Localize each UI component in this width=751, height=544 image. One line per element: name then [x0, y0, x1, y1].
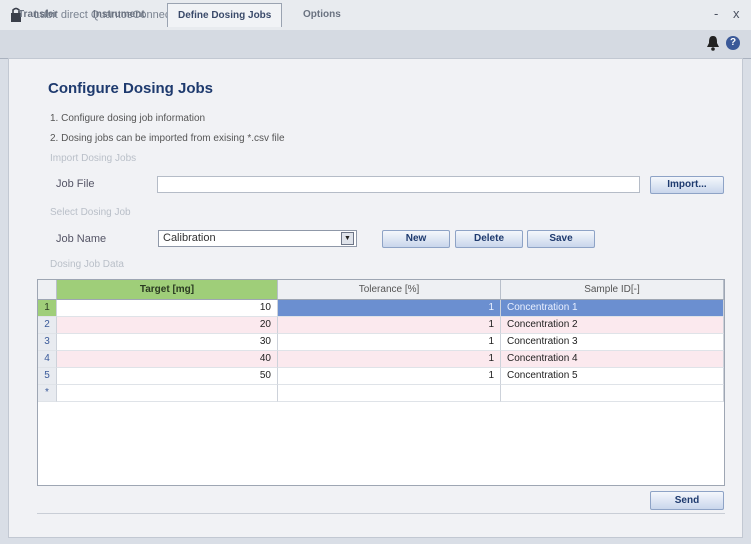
- dosing-job-table[interactable]: Target [mg] Tolerance [%] Sample ID[-] 1…: [37, 279, 725, 486]
- tab-bar: [0, 30, 751, 59]
- target-cell[interactable]: 50: [57, 368, 278, 385]
- dropdown-arrow-icon[interactable]: ▼: [341, 232, 354, 245]
- target-cell[interactable]: 30: [57, 334, 278, 351]
- sample-id-cell[interactable]: Concentration 4: [501, 351, 724, 368]
- divider: [37, 513, 725, 514]
- column-header-tolerance[interactable]: Tolerance [%]: [278, 280, 501, 300]
- row-number[interactable]: 1: [38, 300, 57, 317]
- sample-id-cell[interactable]: Concentration 5: [501, 368, 724, 385]
- row-header-corner: [38, 280, 57, 300]
- table-row[interactable]: 1 10 1 Concentration 1: [38, 300, 724, 317]
- sample-id-cell[interactable]: Concentration 1: [501, 300, 724, 317]
- new-row-marker[interactable]: *: [38, 385, 57, 402]
- new-button[interactable]: New: [382, 230, 450, 248]
- target-cell[interactable]: 40: [57, 351, 278, 368]
- import-section-label: Import Dosing Jobs: [50, 153, 137, 164]
- job-name-select[interactable]: Calibration ▼: [158, 230, 357, 247]
- target-cell[interactable]: 10: [57, 300, 278, 317]
- select-section-label: Select Dosing Job: [50, 207, 131, 218]
- tab-define-dosing-jobs[interactable]: Define Dosing Jobs: [167, 3, 283, 27]
- page-title: Configure Dosing Jobs: [48, 80, 213, 97]
- notification-icon[interactable]: [706, 35, 720, 51]
- tab-instrument[interactable]: Instrument: [93, 9, 145, 20]
- sample-id-cell[interactable]: Concentration 2: [501, 317, 724, 334]
- new-row[interactable]: *: [38, 385, 724, 402]
- row-number[interactable]: 4: [38, 351, 57, 368]
- table-row[interactable]: 3 30 1 Concentration 3: [38, 334, 724, 351]
- tolerance-cell[interactable]: [278, 385, 501, 402]
- column-header-sample-id[interactable]: Sample ID[-]: [501, 280, 724, 300]
- import-button[interactable]: Import...: [650, 176, 724, 194]
- tolerance-cell[interactable]: 1: [278, 317, 501, 334]
- column-header-target[interactable]: Target [mg]: [57, 280, 278, 300]
- tab-transfer[interactable]: Transfer: [18, 9, 57, 20]
- row-number[interactable]: 3: [38, 334, 57, 351]
- tab-options[interactable]: Options: [303, 9, 341, 20]
- help-icon[interactable]: ?: [726, 36, 740, 50]
- target-cell[interactable]: [57, 385, 278, 402]
- job-name-label: Job Name: [56, 233, 107, 245]
- save-button[interactable]: Save: [527, 230, 595, 248]
- sample-id-cell[interactable]: [501, 385, 724, 402]
- tolerance-cell[interactable]: 1: [278, 368, 501, 385]
- table-row[interactable]: 4 40 1 Concentration 4: [38, 351, 724, 368]
- instruction-1: 1. Configure dosing job information: [50, 113, 206, 124]
- job-file-input[interactable]: [157, 176, 640, 193]
- table-row[interactable]: 5 50 1 Concentration 5: [38, 368, 724, 385]
- tolerance-cell[interactable]: 1: [278, 351, 501, 368]
- close-button[interactable]: x: [733, 6, 740, 21]
- delete-button[interactable]: Delete: [455, 230, 523, 248]
- instruction-2: 2. Dosing jobs can be imported from exis…: [50, 133, 285, 144]
- tolerance-cell[interactable]: 1: [278, 334, 501, 351]
- row-number[interactable]: 5: [38, 368, 57, 385]
- job-file-label: Job File: [56, 178, 95, 190]
- data-section-label: Dosing Job Data: [50, 259, 124, 270]
- tolerance-cell[interactable]: 1: [278, 300, 501, 317]
- minimize-button[interactable]: -: [714, 6, 718, 21]
- sample-id-cell[interactable]: Concentration 3: [501, 334, 724, 351]
- target-cell[interactable]: 20: [57, 317, 278, 334]
- table-row[interactable]: 2 20 1 Concentration 2: [38, 317, 724, 334]
- row-number[interactable]: 2: [38, 317, 57, 334]
- job-name-value: Calibration: [163, 232, 216, 244]
- send-button[interactable]: Send: [650, 491, 724, 510]
